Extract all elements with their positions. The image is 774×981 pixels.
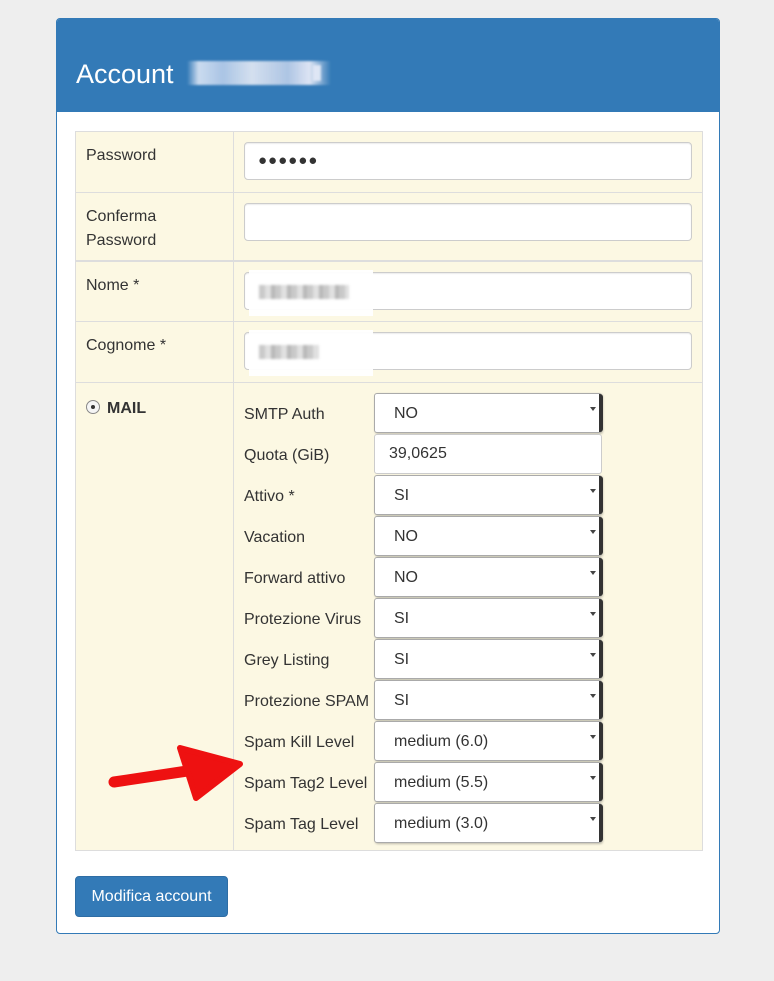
vacation-label: Vacation	[244, 529, 306, 546]
spam-tag2-level-label: Spam Tag2 Level	[244, 775, 368, 792]
chevron-down-icon	[590, 735, 596, 739]
spam-tag-level-select[interactable]: medium (3.0)	[374, 803, 603, 843]
mail-setting-row: Spam Tag2 Level medium (5.5)	[234, 762, 702, 803]
virus-label: Protezione Virus	[244, 611, 362, 628]
smtp-auth-label: SMTP Auth	[244, 406, 325, 423]
modifica-account-button[interactable]: Modifica account	[75, 876, 228, 917]
mail-setting-row: Protezione Virus SI	[234, 598, 702, 639]
mail-radio-icon[interactable]	[86, 400, 100, 414]
chevron-down-icon	[590, 571, 596, 575]
quota-input[interactable]: 39,0625	[374, 434, 602, 474]
chevron-down-icon	[590, 817, 596, 821]
mail-setting-row: Protezione SPAM SI	[234, 680, 702, 721]
confirm-password-row: Conferma Password	[75, 192, 703, 261]
virus-select[interactable]: SI	[374, 598, 603, 638]
mail-setting-row: Vacation NO	[234, 516, 702, 557]
cognome-input[interactable]	[244, 330, 692, 376]
vacation-select[interactable]: NO	[374, 516, 603, 556]
chevron-down-icon	[590, 612, 596, 616]
mail-setting-row: Quota (GiB) 39,0625	[234, 434, 702, 475]
spam-tag2-level-select[interactable]: medium (5.5)	[374, 762, 603, 802]
password-input[interactable]: ●●●●●●	[244, 142, 692, 180]
mail-setting-row: Spam Tag Level medium (3.0)	[234, 803, 702, 844]
mail-setting-row: Spam Kill Level medium (6.0)	[234, 721, 702, 762]
nome-input[interactable]	[244, 269, 692, 316]
chevron-down-icon	[590, 776, 596, 780]
mail-label: MAIL	[107, 400, 147, 417]
redacted-nome	[249, 269, 373, 316]
password-label: Password	[75, 131, 234, 193]
forward-select[interactable]: NO	[374, 557, 603, 597]
confirm-password-input[interactable]	[244, 203, 692, 241]
chevron-down-icon	[590, 653, 596, 657]
spam-kill-level-select[interactable]: medium (6.0)	[374, 721, 603, 761]
cognome-label: Cognome *	[75, 321, 234, 383]
redacted-account-name	[187, 61, 331, 85]
nome-row: Nome *	[75, 259, 703, 322]
quota-label: Quota (GiB)	[244, 447, 330, 464]
confirm-password-label: Conferma Password	[75, 192, 234, 261]
spam-protection-label: Protezione SPAM	[244, 693, 370, 710]
chevron-down-icon	[590, 407, 596, 411]
mail-setting-row: SMTP Auth NO	[234, 393, 702, 434]
page-title: Account	[76, 59, 174, 89]
spam-protection-select[interactable]: SI	[374, 680, 603, 720]
mail-setting-row: Attivo * SI	[234, 475, 702, 516]
nome-label: Nome *	[75, 259, 234, 322]
password-row: Password ●●●●●●	[75, 131, 703, 193]
cognome-row: Cognome *	[75, 321, 703, 383]
mail-settings: SMTP Auth NO Quota (GiB) 39,0625 Attivo …	[234, 393, 702, 844]
smtp-auth-select[interactable]: NO	[374, 393, 603, 433]
mail-setting-row: Grey Listing SI	[234, 639, 702, 680]
redacted-cognome	[249, 330, 373, 376]
grey-listing-select[interactable]: SI	[374, 639, 603, 679]
attivo-label: Attivo *	[244, 488, 295, 505]
panel-heading: Account	[57, 19, 719, 112]
chevron-down-icon	[590, 489, 596, 493]
spam-kill-level-label: Spam Kill Level	[244, 734, 355, 751]
spam-tag-level-label: Spam Tag Level	[244, 816, 359, 833]
chevron-down-icon	[590, 530, 596, 534]
red-arrow-icon	[108, 745, 243, 801]
mail-setting-row: Forward attivo NO	[234, 557, 702, 598]
attivo-select[interactable]: SI	[374, 475, 603, 515]
grey-listing-label: Grey Listing	[244, 652, 330, 669]
chevron-down-icon	[590, 694, 596, 698]
forward-label: Forward attivo	[244, 570, 346, 587]
